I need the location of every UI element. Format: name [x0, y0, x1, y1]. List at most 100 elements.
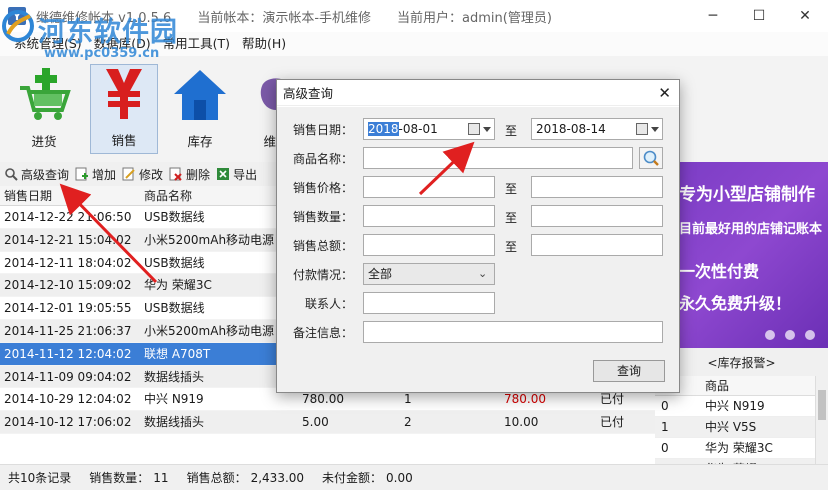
to-label: 至	[505, 124, 518, 138]
label-price: 销售价格：	[292, 181, 353, 195]
stock-button[interactable]: 库存	[170, 66, 230, 160]
calendar-icon[interactable]	[468, 123, 480, 135]
stock-alert-body: 0中兴 N9191中兴 V5S0华为 荣耀3C0华为 荣耀P6	[655, 396, 815, 464]
to-label: 至	[505, 182, 518, 196]
column-name[interactable]: 商品名称	[140, 186, 298, 205]
dialog-close-button[interactable]: ✕	[658, 84, 671, 102]
date-to-value: 2018-08-14	[536, 122, 606, 136]
stock-row[interactable]: 0 华为 荣耀3C	[655, 438, 815, 459]
dropdown-arrow-icon[interactable]	[651, 127, 659, 132]
cell-price: 5.00	[302, 415, 329, 430]
advanced-search-button[interactable]: 高级查询	[4, 166, 69, 183]
magnifier-icon	[5, 168, 18, 181]
query-button[interactable]: 查询	[593, 360, 665, 382]
note-input[interactable]	[363, 321, 663, 343]
dialog-titlebar: 高级查询 ✕	[277, 80, 679, 106]
date-to-picker[interactable]: 2018-08-14	[531, 118, 663, 140]
stock-row[interactable]: 1 中兴 V5S	[655, 417, 815, 438]
close-button[interactable]: ✕	[782, 0, 828, 32]
carousel-dot[interactable]	[765, 330, 775, 340]
payment-value: 全部	[368, 267, 393, 281]
price-from-input[interactable]	[363, 176, 495, 198]
to-label: 至	[505, 240, 518, 254]
carousel-dot[interactable]	[785, 330, 795, 340]
dialog-title: 高级查询	[283, 86, 334, 101]
total-from-input[interactable]	[363, 234, 495, 256]
cell-date: 2014-11-25 21:06:37	[4, 323, 132, 338]
label-date: 销售日期：	[292, 123, 353, 137]
advanced-search-dialog: 高级查询 ✕ 销售日期： 2018-08-01 至 2018-08-14 商品名…	[276, 79, 680, 393]
label-contact: 联系人：	[304, 297, 353, 311]
stock-label: 库存	[187, 134, 213, 149]
payment-select[interactable]: 全部 ⌄	[363, 263, 495, 285]
cell-name: 联想 A708T	[144, 346, 211, 361]
watermark-logo-icon	[2, 10, 34, 42]
delete-icon	[169, 167, 182, 181]
stock-product: 中兴 N919	[705, 399, 765, 413]
total-to-input[interactable]	[531, 234, 663, 256]
calendar-icon[interactable]	[636, 123, 648, 135]
menu-help[interactable]: 帮助(H)	[236, 32, 292, 56]
cell-name: USB数据线	[144, 255, 205, 270]
yen-icon	[106, 69, 142, 119]
edit-label: 修改	[139, 167, 164, 182]
stock-product: 华为 荣耀3C	[705, 441, 773, 455]
cell-date: 2014-10-12 17:06:02	[4, 415, 132, 430]
cell-payment: 已付	[600, 415, 625, 430]
magnifier-icon	[643, 150, 659, 166]
qty-value: 11	[153, 470, 169, 485]
cell-qty: 2	[404, 415, 412, 430]
total-value: 2,433.00	[250, 470, 305, 485]
column-date[interactable]: 销售日期	[0, 186, 140, 205]
product-search-button[interactable]	[639, 147, 663, 169]
dialog-body: 销售日期： 2018-08-01 至 2018-08-14 商品名称： 销售价格…	[277, 107, 679, 392]
cell-date: 2014-12-21 15:04:02	[4, 232, 132, 247]
stock-row[interactable]: 0 中兴 N919	[655, 396, 815, 417]
promo-line: 专为小型店铺制作	[679, 185, 815, 205]
product-name-input[interactable]	[363, 147, 633, 169]
cell-date: 2014-12-11 18:04:02	[4, 255, 132, 270]
action-bar: 高级查询 增加 修改 删除 导出	[0, 162, 280, 186]
scrollbar-thumb[interactable]	[818, 390, 826, 420]
add-button[interactable]: 增加	[75, 166, 116, 183]
stock-product: 中兴 V5S	[705, 420, 757, 434]
cell-name: 小米5200mAh移动电源	[144, 232, 275, 247]
purchase-button[interactable]: 进货	[14, 66, 74, 160]
cell-date: 2014-12-01 19:05:55	[4, 301, 132, 316]
qty-to-input[interactable]	[531, 205, 663, 227]
status-bar: 共10条记录 销售数量： 11 销售总额： 2,433.00 未付金额： 0.0…	[0, 464, 828, 490]
cell-name: 数据线插头	[144, 415, 205, 430]
stock-no: 1	[661, 420, 669, 434]
label-name: 商品名称：	[292, 152, 353, 166]
promo-banner[interactable]: 专为小型店铺制作 目前最好用的店铺记账本 一次性付费 永久免费升级！	[655, 162, 828, 348]
minimize-button[interactable]: ─	[690, 0, 736, 32]
column-product: 商品	[705, 379, 730, 393]
export-button[interactable]: 导出	[216, 166, 257, 183]
sales-button[interactable]: 销售	[90, 64, 158, 154]
maximize-button[interactable]: ☐	[736, 0, 782, 32]
record-count: 共10条记录	[8, 471, 72, 485]
carousel-dot[interactable]	[805, 330, 815, 340]
delete-button[interactable]: 删除	[169, 166, 210, 183]
export-label: 导出	[233, 167, 258, 182]
to-label: 至	[505, 211, 518, 225]
stock-scrollbar[interactable]	[815, 376, 828, 464]
sales-label: 销售	[111, 133, 137, 148]
date-from-picker[interactable]: 2018-08-01	[363, 118, 495, 140]
contact-input[interactable]	[363, 292, 495, 314]
promo-line: 一次性付费	[679, 262, 760, 281]
qty-from-input[interactable]	[363, 205, 495, 227]
chevron-down-icon: ⌄	[478, 267, 488, 280]
edit-button[interactable]: 修改	[122, 166, 163, 183]
label-note: 备注信息：	[292, 326, 353, 340]
cell-name: 数据线插头	[144, 369, 205, 384]
price-to-input[interactable]	[531, 176, 663, 198]
cell-name: 小米5200mAh移动电源	[144, 323, 275, 338]
dropdown-arrow-icon[interactable]	[483, 127, 491, 132]
cell-name: USB数据线	[144, 301, 205, 316]
total-label: 销售总额：	[186, 471, 247, 485]
watermark-url: www.pc0359.cn	[44, 46, 160, 61]
table-row[interactable]: 2014-10-12 17:06:02 数据线插头 5.00 2 10.00 已付	[0, 411, 655, 434]
add-icon	[75, 167, 89, 181]
label-payment: 付款情况：	[292, 268, 353, 282]
